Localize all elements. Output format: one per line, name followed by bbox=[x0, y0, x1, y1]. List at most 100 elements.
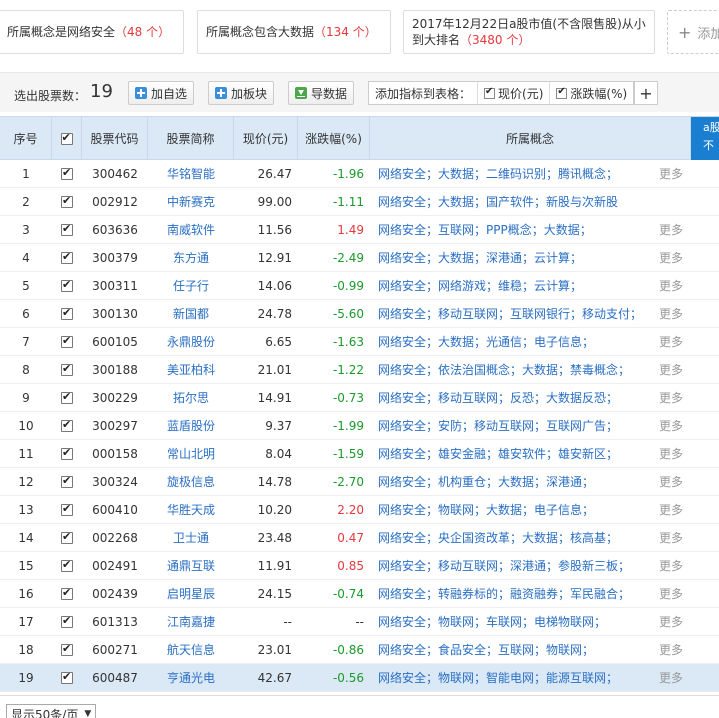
row-select[interactable] bbox=[52, 636, 82, 663]
table-row[interactable]: 4 300379 东方通 12.91 -2.49 网络安全；大数据；深港通；云计算；更多 bbox=[0, 244, 719, 272]
more-concepts-link[interactable]: 更多 bbox=[652, 356, 690, 383]
stock-concepts[interactable]: 网络安全；物联网；大数据；电子信息； bbox=[378, 496, 652, 523]
row-checkbox[interactable] bbox=[61, 642, 73, 656]
stock-concepts[interactable]: 网络安全；雄安金融；雄安软件；雄安新区； bbox=[378, 440, 652, 467]
row-select[interactable] bbox=[52, 412, 82, 439]
row-checkbox[interactable] bbox=[61, 446, 73, 460]
row-select[interactable] bbox=[52, 216, 82, 243]
row-checkbox[interactable] bbox=[61, 390, 73, 404]
condition-chip-bigdata[interactable]: 所属概念包含大数据 （134 个） bbox=[197, 10, 391, 54]
header-index[interactable]: 序号 bbox=[0, 117, 52, 160]
stock-concepts[interactable]: 网络安全；大数据；光通信；电子信息； bbox=[378, 328, 652, 355]
stock-name-link[interactable]: 旋极信息 bbox=[148, 468, 234, 495]
row-select[interactable] bbox=[52, 608, 82, 635]
table-row[interactable]: 18 600271 航天信息 23.01 -0.86 网络安全；食品安全；互联网；物联网；… bbox=[0, 636, 719, 664]
header-select-all[interactable] bbox=[52, 117, 82, 160]
stock-name-link[interactable]: 亨通光电 bbox=[148, 664, 234, 691]
stock-name-link[interactable]: 东方通 bbox=[148, 244, 234, 271]
stock-concepts[interactable]: 网络安全；物联网；智能电网；能源互联网； bbox=[378, 664, 652, 691]
header-change[interactable]: 涨跌幅(%) bbox=[298, 117, 370, 160]
row-checkbox[interactable] bbox=[61, 362, 73, 376]
table-row[interactable]: 2 002912 中新赛克 99.00 -1.11 网络安全；大数据；国产软件；新股与次新… bbox=[0, 188, 719, 216]
stock-concepts[interactable]: 网络安全；机构重仓；大数据；深港通； bbox=[378, 468, 652, 495]
row-select[interactable] bbox=[52, 300, 82, 327]
more-concepts-link[interactable]: 更多 bbox=[652, 608, 690, 635]
table-row[interactable]: 6 300130 新国都 24.78 -5.60 网络安全；移动互联网；互联网银行；移动支… bbox=[0, 300, 719, 328]
checkbox-checked-icon[interactable] bbox=[484, 86, 496, 99]
more-concepts-link[interactable]: 更多 bbox=[652, 384, 690, 411]
condition-chip-marketcap[interactable]: 2017年12月22日a股市值(不含限售股)从小 到大排名（3480 个） bbox=[403, 10, 655, 54]
row-checkbox[interactable] bbox=[61, 474, 73, 488]
more-concepts-link[interactable]: 更多 bbox=[652, 300, 690, 327]
stock-concepts[interactable]: 网络安全；转融券标的；融资融券；军民融合； bbox=[378, 580, 652, 607]
row-checkbox[interactable] bbox=[61, 670, 73, 684]
row-checkbox[interactable] bbox=[61, 278, 73, 292]
stock-name-link[interactable]: 美亚柏科 bbox=[148, 356, 234, 383]
add-to-board-button[interactable]: 加板块 bbox=[208, 81, 275, 105]
stock-concepts[interactable]: 网络安全；物联网；车联网；电梯物联网； bbox=[378, 608, 652, 635]
more-concepts-link[interactable]: 更多 bbox=[652, 468, 690, 495]
more-concepts-link[interactable]: 更多 bbox=[652, 664, 690, 691]
more-concepts-link[interactable]: 更多 bbox=[652, 216, 690, 243]
table-row[interactable]: 16 002439 启明星辰 24.15 -0.74 网络安全；转融券标的；融资融券；军民… bbox=[0, 580, 719, 608]
row-checkbox[interactable] bbox=[61, 194, 73, 208]
row-select[interactable] bbox=[52, 244, 82, 271]
table-row[interactable]: 15 002491 通鼎互联 11.91 0.85 网络安全；移动互联网；深港通；参股新三… bbox=[0, 552, 719, 580]
stock-concepts[interactable]: 网络安全；央企国资改革；大数据；核高基； bbox=[378, 524, 652, 551]
row-checkbox[interactable] bbox=[61, 250, 73, 264]
row-select[interactable] bbox=[52, 552, 82, 579]
stock-concepts[interactable]: 网络安全；大数据；二维码识别；腾讯概念； bbox=[378, 160, 652, 187]
table-row[interactable]: 8 300188 美亚柏科 21.01 -1.22 网络安全；依法治国概念；大数据；禁毒概… bbox=[0, 356, 719, 384]
stock-concepts[interactable]: 网络安全；网络游戏；维稳；云计算； bbox=[378, 272, 652, 299]
row-checkbox[interactable] bbox=[61, 222, 73, 236]
add-indicator-button[interactable]: + bbox=[634, 81, 658, 105]
stock-name-link[interactable]: 蓝盾股份 bbox=[148, 412, 234, 439]
table-row[interactable]: 13 600410 华胜天成 10.20 2.20 网络安全；物联网；大数据；电子信息；更… bbox=[0, 496, 719, 524]
stock-concepts[interactable]: 网络安全；移动互联网；深港通；参股新三板； bbox=[378, 552, 652, 579]
more-concepts-link[interactable]: 更多 bbox=[652, 328, 690, 355]
select-all-checkbox[interactable] bbox=[60, 131, 73, 145]
more-concepts-link[interactable]: 更多 bbox=[652, 160, 690, 187]
table-row[interactable]: 9 300229 拓尔思 14.91 -0.73 网络安全；移动互联网；反恐；大数据反恐；… bbox=[0, 384, 719, 412]
row-checkbox[interactable] bbox=[61, 502, 73, 516]
stock-concepts[interactable]: 网络安全；互联网；PPP概念；大数据； bbox=[378, 216, 652, 243]
stock-concepts[interactable]: 网络安全；安防；移动互联网；互联网广告； bbox=[378, 412, 652, 439]
table-row[interactable]: 17 601313 江南嘉捷 -- -- 网络安全；物联网；车联网；电梯物联网；更多 bbox=[0, 608, 719, 636]
more-concepts-link[interactable]: 更多 bbox=[652, 440, 690, 467]
export-data-button[interactable]: 导数据 bbox=[288, 81, 355, 105]
row-checkbox[interactable] bbox=[61, 614, 73, 628]
row-checkbox[interactable] bbox=[61, 306, 73, 320]
more-concepts-link[interactable]: 更多 bbox=[652, 636, 690, 663]
stock-name-link[interactable]: 航天信息 bbox=[148, 636, 234, 663]
page-size-select[interactable]: 显示50条/页 ▼ bbox=[6, 704, 97, 718]
stock-concepts[interactable]: 网络安全；食品安全；互联网；物联网； bbox=[378, 636, 652, 663]
row-checkbox[interactable] bbox=[61, 530, 73, 544]
header-extra-column[interactable]: a股不 bbox=[691, 117, 719, 160]
row-checkbox[interactable] bbox=[61, 558, 73, 572]
stock-name-link[interactable]: 中新赛克 bbox=[148, 188, 234, 215]
table-row[interactable]: 11 000158 常山北明 8.04 -1.59 网络安全；雄安金融；雄安软件；雄安新区… bbox=[0, 440, 719, 468]
row-checkbox[interactable] bbox=[61, 418, 73, 432]
row-checkbox[interactable] bbox=[61, 334, 73, 348]
stock-name-link[interactable]: 永鼎股份 bbox=[148, 328, 234, 355]
row-select[interactable] bbox=[52, 272, 82, 299]
table-row[interactable]: 14 002268 卫士通 23.48 0.47 网络安全；央企国资改革；大数据；核高基；… bbox=[0, 524, 719, 552]
row-select[interactable] bbox=[52, 580, 82, 607]
checkbox-checked-icon[interactable] bbox=[556, 86, 568, 99]
add-condition-button[interactable]: + 添加 bbox=[667, 10, 719, 54]
table-row[interactable]: 5 300311 任子行 14.06 -0.99 网络安全；网络游戏；维稳；云计算；更多 bbox=[0, 272, 719, 300]
stock-name-link[interactable]: 卫士通 bbox=[148, 524, 234, 551]
table-row[interactable]: 1 300462 华铭智能 26.47 -1.96 网络安全；大数据；二维码识别；腾讯概念… bbox=[0, 160, 719, 188]
stock-name-link[interactable]: 拓尔思 bbox=[148, 384, 234, 411]
table-row[interactable]: 10 300297 蓝盾股份 9.37 -1.99 网络安全；安防；移动互联网；互联网广告… bbox=[0, 412, 719, 440]
row-select[interactable] bbox=[52, 356, 82, 383]
more-concepts-link[interactable]: 更多 bbox=[652, 580, 690, 607]
stock-name-link[interactable]: 华胜天成 bbox=[148, 496, 234, 523]
more-concepts-link[interactable]: 更多 bbox=[652, 244, 690, 271]
stock-concepts[interactable]: 网络安全；大数据；深港通；云计算； bbox=[378, 244, 652, 271]
stock-concepts[interactable]: 网络安全；依法治国概念；大数据；禁毒概念； bbox=[378, 356, 652, 383]
row-select[interactable] bbox=[52, 524, 82, 551]
stock-name-link[interactable]: 启明星辰 bbox=[148, 580, 234, 607]
more-concepts-link[interactable]: 更多 bbox=[652, 552, 690, 579]
indicator-option-change[interactable]: 涨跌幅(%) bbox=[549, 82, 633, 104]
